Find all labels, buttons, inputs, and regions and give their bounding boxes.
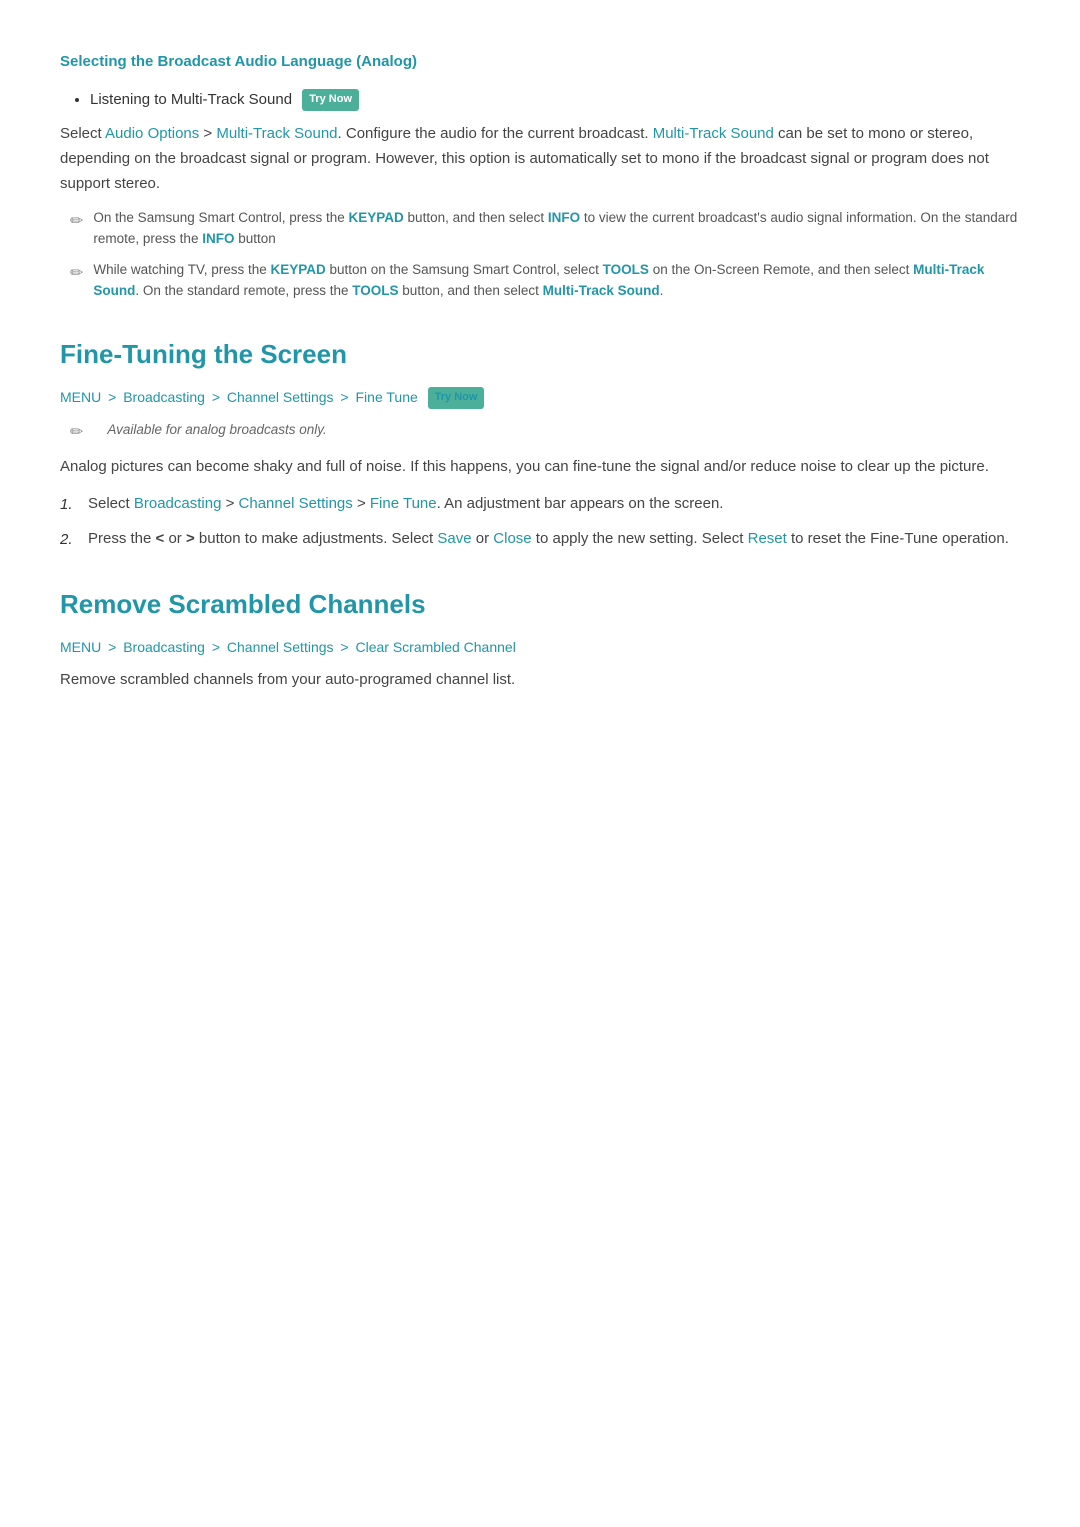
bullet-item-title: Listening to Multi-Track Sound Try Now <box>90 91 359 108</box>
link-close[interactable]: Close <box>493 530 531 547</box>
menu-path-scrambled: MENU > Broadcasting > Channel Settings >… <box>60 636 1020 658</box>
pencil-icon-1: ✏ <box>70 209 83 235</box>
section-header-remove-scrambled: Remove Scrambled Channels <box>60 584 1020 626</box>
section-remove-scrambled: Remove Scrambled Channels MENU > Broadca… <box>60 584 1020 693</box>
symbol-arrows: < <box>156 530 165 547</box>
arrow-2: > <box>212 389 224 405</box>
step-num-1: 1. <box>60 492 88 517</box>
arrow-5: > <box>212 639 224 655</box>
note-2: ✏ While watching TV, press the KEYPAD bu… <box>70 260 1020 302</box>
section-fine-tuning: Fine-Tuning the Screen MENU > Broadcasti… <box>60 334 1020 552</box>
available-note-block: ✏ Available for analog broadcasts only. <box>70 419 1020 446</box>
link-save[interactable]: Save <box>437 530 471 547</box>
arrow-1: > <box>108 389 120 405</box>
link-info-1: INFO <box>548 210 580 225</box>
symbol-arrows-right: > <box>186 530 195 547</box>
bullet-list: Listening to Multi-Track Sound Try Now <box>60 88 1020 112</box>
steps-list: 1. Select Broadcasting > Channel Setting… <box>60 492 1020 552</box>
section-header-fine-tuning: Fine-Tuning the Screen <box>60 334 1020 376</box>
link-multi-track-3: Multi-Track Sound <box>93 262 984 298</box>
link-menu-scrambled[interactable]: MENU <box>60 639 101 655</box>
arrow-4: > <box>108 639 120 655</box>
pencil-icon-2: ✏ <box>70 261 83 287</box>
note-text-2: While watching TV, press the KEYPAD butt… <box>93 260 1020 302</box>
section-broadcast-audio: Selecting the Broadcast Audio Language (… <box>60 50 1020 302</box>
body-text-multi-track: Select Audio Options > Multi-Track Sound… <box>60 122 1020 196</box>
link-broadcasting-step1[interactable]: Broadcasting <box>134 495 222 512</box>
link-audio-options[interactable]: Audio Options <box>105 125 199 142</box>
link-channel-settings-fine-tune[interactable]: Channel Settings <box>227 389 334 405</box>
link-broadcasting-fine-tune[interactable]: Broadcasting <box>123 389 205 405</box>
arrow-3: > <box>340 389 352 405</box>
link-clear-scrambled[interactable]: Clear Scrambled Channel <box>356 639 516 655</box>
link-tools-2: TOOLS <box>352 283 398 298</box>
step-text-2: Press the < or > button to make adjustme… <box>88 527 1009 552</box>
link-tools-1: TOOLS <box>603 262 649 277</box>
available-note-text: Available for analog broadcasts only. <box>107 419 326 441</box>
section-header-broadcast-audio: Selecting the Broadcast Audio Language (… <box>60 50 1020 74</box>
step-text-1: Select Broadcasting > Channel Settings >… <box>88 492 723 517</box>
link-channel-settings-scrambled[interactable]: Channel Settings <box>227 639 334 655</box>
link-multi-track-4: Multi-Track Sound <box>543 283 660 298</box>
link-menu-fine-tune[interactable]: MENU <box>60 389 101 405</box>
link-fine-tune-step1[interactable]: Fine Tune <box>370 495 437 512</box>
link-info-2: INFO <box>202 231 234 246</box>
menu-path-fine-tune: MENU > Broadcasting > Channel Settings >… <box>60 386 1020 409</box>
body-text-fine-tuning: Analog pictures can become shaky and ful… <box>60 455 1020 480</box>
link-reset[interactable]: Reset <box>748 530 787 547</box>
bullet-item-multi-track: Listening to Multi-Track Sound Try Now <box>90 88 1020 112</box>
link-fine-tune[interactable]: Fine Tune <box>356 389 418 405</box>
try-now-badge-2[interactable]: Try Now <box>428 387 485 409</box>
link-broadcasting-scrambled[interactable]: Broadcasting <box>123 639 205 655</box>
step-1: 1. Select Broadcasting > Channel Setting… <box>60 492 1020 517</box>
notes-section: ✏ On the Samsung Smart Control, press th… <box>60 208 1020 302</box>
body-text-scrambled: Remove scrambled channels from your auto… <box>60 668 1020 693</box>
step-num-2: 2. <box>60 527 88 552</box>
arrow-6: > <box>340 639 352 655</box>
step-2: 2. Press the < or > button to make adjus… <box>60 527 1020 552</box>
link-multi-track-sound-2[interactable]: Multi-Track Sound <box>653 125 774 142</box>
pencil-icon-3: ✏ <box>70 420 83 446</box>
link-multi-track-sound-1[interactable]: Multi-Track Sound <box>216 125 337 142</box>
link-channel-settings-step1[interactable]: Channel Settings <box>239 495 353 512</box>
link-keypad-1: KEYPAD <box>349 210 404 225</box>
link-keypad-2: KEYPAD <box>271 262 326 277</box>
note-1: ✏ On the Samsung Smart Control, press th… <box>70 208 1020 250</box>
try-now-badge-1[interactable]: Try Now <box>302 89 359 111</box>
note-text-1: On the Samsung Smart Control, press the … <box>93 208 1020 250</box>
